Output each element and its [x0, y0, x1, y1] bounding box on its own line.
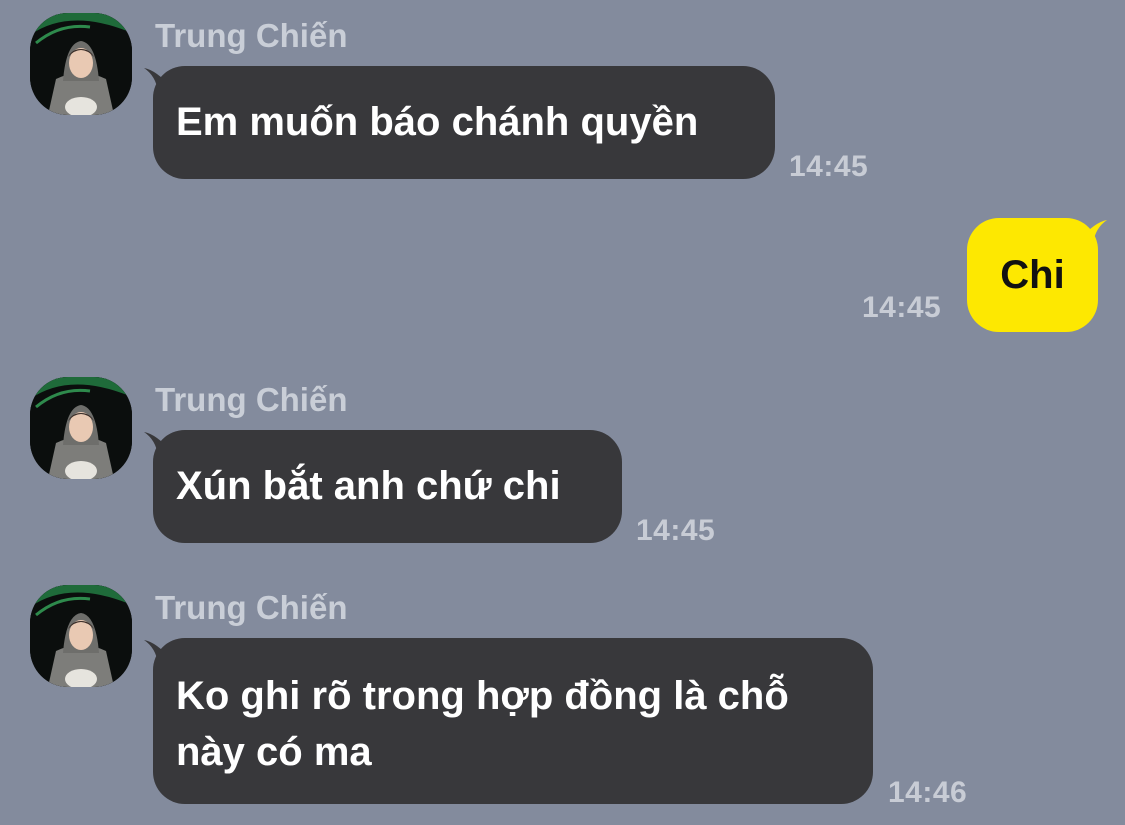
user-avatar-photo-icon	[30, 13, 132, 115]
message-text-line: Ko ghi rõ trong hợp đồng là chỗ	[176, 674, 789, 718]
sender-name: Trung Chiến	[155, 17, 348, 54]
message-timestamp: 14:46	[888, 776, 968, 809]
message-timestamp: 14:45	[636, 514, 716, 547]
message-bubble-incoming[interactable]: Xún bắt anh chứ chi	[144, 430, 622, 543]
message-text: Em muốn báo chánh quyền	[176, 100, 699, 144]
bubble-tail-icon	[144, 640, 172, 664]
message-text: Xún bắt anh chứ chi	[176, 464, 561, 508]
message-timestamp: 14:45	[862, 291, 942, 324]
message-bubble-outgoing[interactable]: Chi	[967, 218, 1107, 332]
user-avatar-photo-icon	[30, 585, 132, 687]
message-text: Chi	[1000, 253, 1065, 297]
message-text-line: này có ma	[176, 730, 372, 774]
bubble-tail-icon	[144, 68, 172, 92]
bubble-tail-icon	[1079, 220, 1107, 244]
sender-avatar[interactable]	[30, 13, 132, 115]
message-timestamp: 14:45	[789, 150, 869, 183]
sender-avatar[interactable]	[30, 377, 132, 479]
bubble-tail-icon	[144, 432, 172, 456]
user-avatar-photo-icon	[30, 377, 132, 479]
sender-avatar[interactable]	[30, 585, 132, 687]
sender-name: Trung Chiến	[155, 589, 348, 626]
message-bubble-incoming[interactable]: Em muốn báo chánh quyền	[144, 66, 775, 179]
message-bubble-incoming[interactable]: Ko ghi rõ trong hợp đồng là chỗ này có m…	[144, 638, 873, 804]
chat-thread: Trung Chiến Em muốn báo chánh quyền 14:4…	[0, 0, 1125, 825]
sender-name: Trung Chiến	[155, 381, 348, 418]
